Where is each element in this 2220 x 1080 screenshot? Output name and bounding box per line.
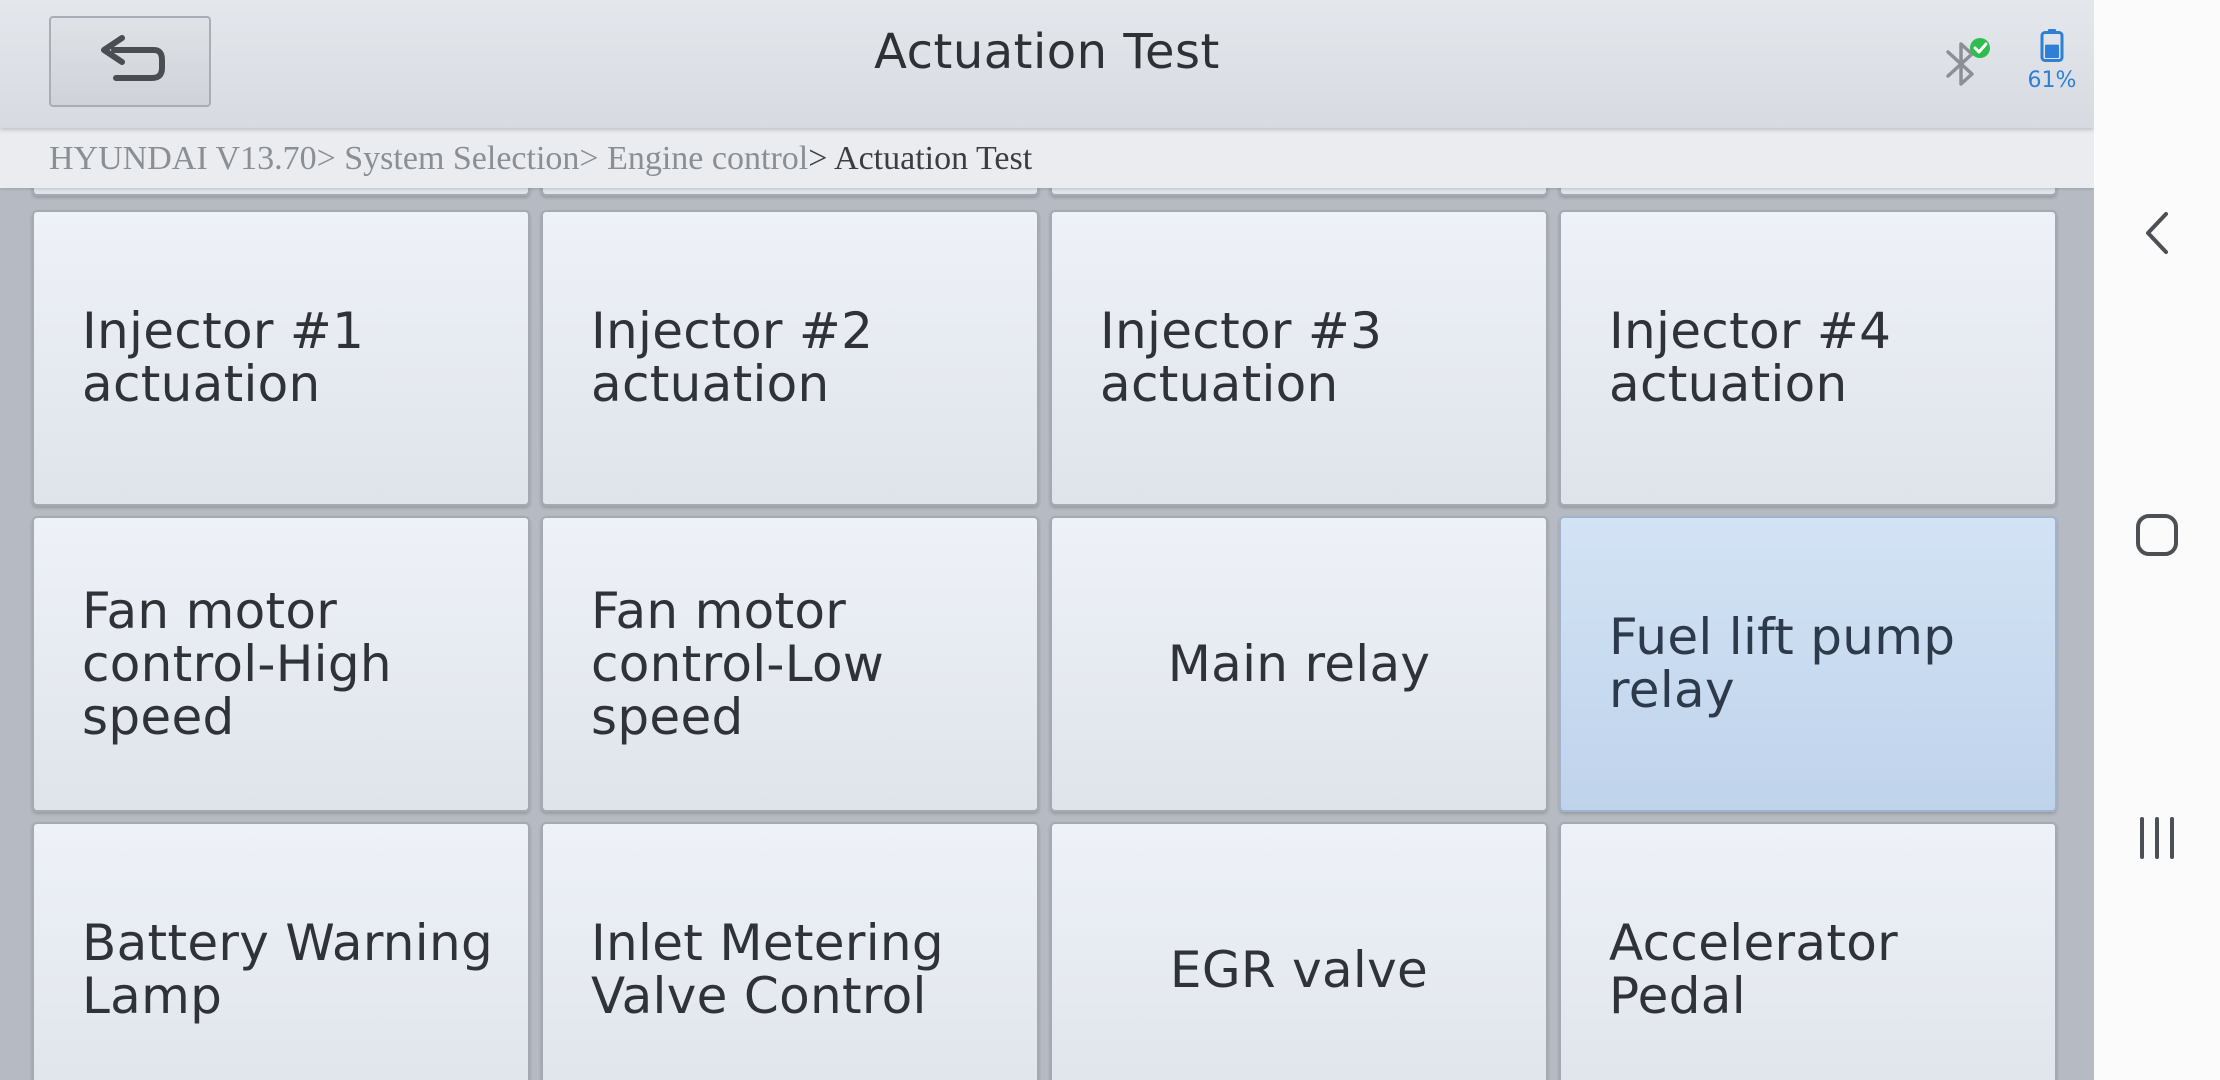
tile-egr-valve[interactable]: EGR valve bbox=[1050, 822, 1548, 1080]
tile-label: Fan motor control-Low speed bbox=[591, 581, 885, 746]
nav-back-icon bbox=[2146, 212, 2168, 254]
page-title: Actuation Test bbox=[874, 24, 1220, 80]
tile-injector-4[interactable]: Injector #4 actuation bbox=[1559, 210, 2057, 506]
breadcrumb: HYUNDAI V13.70> System Selection> Engine… bbox=[0, 128, 2094, 188]
actuation-test-grid: Injector #1 actuation Injector #2 actuat… bbox=[0, 188, 2094, 1080]
breadcrumb-item-current: > Actuation Test bbox=[808, 140, 1033, 177]
tile-fan-motor-low[interactable]: Fan motor control-Low speed bbox=[541, 516, 1039, 812]
tile-label: Injector #1 actuation bbox=[82, 302, 365, 413]
tile-label: Fan motor control-High speed bbox=[82, 581, 392, 746]
tile-injector-2[interactable]: Injector #2 actuation bbox=[541, 210, 1039, 506]
tile-label: Battery Warning Lamp bbox=[82, 914, 494, 1025]
tile-inlet-metering-valve[interactable]: Inlet Metering Valve Control bbox=[541, 822, 1039, 1080]
breadcrumb-item-make[interactable]: HYUNDAI V13.70 bbox=[49, 140, 317, 177]
tile-fan-motor-high[interactable]: Fan motor control-High speed bbox=[32, 516, 530, 812]
nav-recents-button[interactable] bbox=[2127, 808, 2187, 868]
top-bar: Actuation Test 61% bbox=[0, 0, 2094, 128]
tile-partial-row[interactable] bbox=[1050, 188, 1548, 196]
bluetooth-status bbox=[1940, 36, 1992, 92]
battery-icon bbox=[2040, 29, 2064, 62]
breadcrumb-item-system-selection[interactable]: > System Selection bbox=[317, 140, 580, 177]
battery-percent: 61% bbox=[2027, 68, 2077, 93]
app-window: Actuation Test 61% HYUNDAI V13.70> Syste… bbox=[0, 0, 2094, 1080]
tile-label: Injector #2 actuation bbox=[591, 302, 874, 413]
tile-battery-warning-lamp[interactable]: Battery Warning Lamp bbox=[32, 822, 530, 1080]
battery-status: 61% bbox=[2020, 28, 2084, 98]
tile-main-relay[interactable]: Main relay bbox=[1050, 516, 1548, 812]
tile-partial-row[interactable] bbox=[32, 188, 530, 196]
tile-injector-3[interactable]: Injector #3 actuation bbox=[1050, 210, 1548, 506]
tile-label: Fuel lift pump relay bbox=[1609, 608, 1956, 719]
tile-label: Inlet Metering Valve Control bbox=[591, 914, 944, 1025]
tile-partial-row[interactable] bbox=[1559, 188, 2057, 196]
tile-accelerator-pedal[interactable]: Accelerator Pedal bbox=[1559, 822, 2057, 1080]
nav-back-button[interactable] bbox=[2127, 203, 2187, 263]
system-navigation-bar bbox=[2094, 0, 2220, 1080]
tile-label: Main relay bbox=[1167, 634, 1431, 693]
tile-partial-row[interactable] bbox=[541, 188, 1039, 196]
tile-label: Accelerator Pedal bbox=[1609, 914, 1898, 1025]
nav-home-icon bbox=[2136, 514, 2178, 556]
tile-fuel-lift-pump-relay[interactable]: Fuel lift pump relay bbox=[1559, 516, 2057, 812]
nav-home-button[interactable] bbox=[2127, 505, 2187, 565]
tile-label: Injector #4 actuation bbox=[1609, 302, 1892, 413]
breadcrumb-item-engine-control[interactable]: > Engine control bbox=[579, 140, 808, 177]
nav-recents-icon bbox=[2140, 817, 2174, 859]
tile-label: EGR valve bbox=[1169, 940, 1429, 999]
tile-injector-1[interactable]: Injector #1 actuation bbox=[32, 210, 530, 506]
tile-label: Injector #3 actuation bbox=[1100, 302, 1383, 413]
bluetooth-connected-icon bbox=[1946, 38, 1990, 86]
